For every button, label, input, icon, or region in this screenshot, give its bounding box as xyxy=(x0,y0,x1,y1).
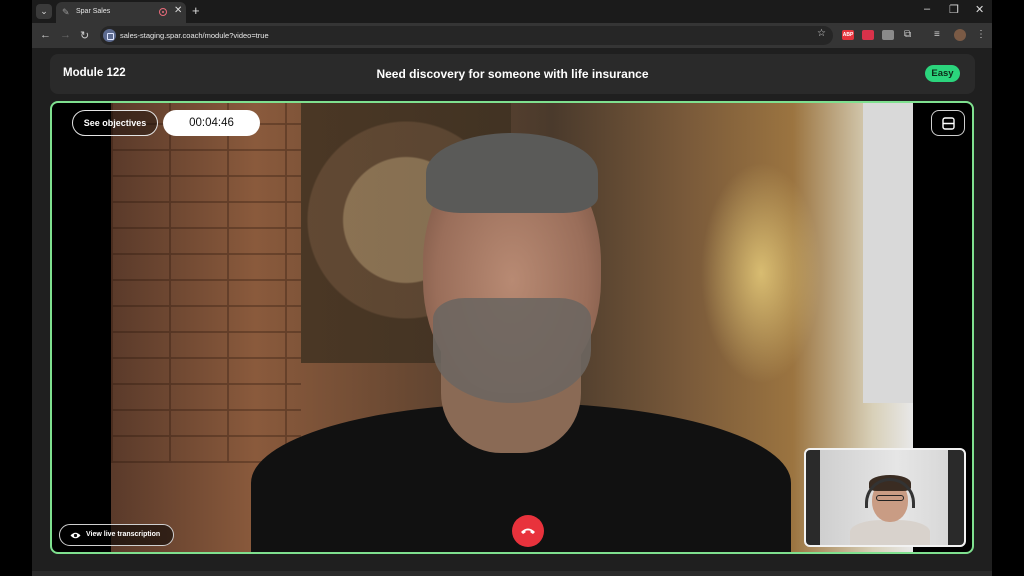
forward-icon[interactable]: → xyxy=(60,29,71,41)
recording-icon xyxy=(159,8,167,16)
self-shirt xyxy=(850,520,930,545)
media-controls-icon[interactable]: ≡ xyxy=(934,29,940,40)
extensions-puzzle-icon[interactable]: ⧉ xyxy=(904,29,911,40)
more-menu-icon[interactable]: ⋮ xyxy=(976,29,986,40)
module-title: Need discovery for someone with life ins… xyxy=(376,67,649,81)
call-timer: 00:04:46 xyxy=(163,110,260,136)
tab-bar: ⌄ ✎ Spar Sales ✕ + – ❐ ✕ xyxy=(32,0,992,23)
self-camera-view[interactable] xyxy=(804,448,966,547)
phone-hangup-icon xyxy=(521,528,535,534)
see-objectives-button[interactable]: See objectives xyxy=(72,110,158,136)
page-content: Module 122 Need discovery for someone wi… xyxy=(32,48,992,576)
browser-window: ⌄ ✎ Spar Sales ✕ + – ❐ ✕ ← → ↻ sales-sta… xyxy=(32,0,992,576)
browser-tab[interactable]: ✎ Spar Sales ✕ xyxy=(56,2,186,23)
reload-icon[interactable]: ↻ xyxy=(80,29,89,42)
remote-video xyxy=(111,103,913,552)
restore-icon[interactable]: ❐ xyxy=(949,3,959,16)
bookmark-star-icon[interactable]: ☆ xyxy=(817,28,826,39)
avatar-beard xyxy=(433,298,591,403)
eye-icon xyxy=(70,532,81,539)
layout-toggle-button[interactable] xyxy=(931,110,965,136)
feather-icon: ✎ xyxy=(62,7,70,17)
bookshelf xyxy=(863,103,913,403)
difficulty-badge: Easy xyxy=(925,65,960,82)
gray-extension-icon[interactable] xyxy=(882,30,894,40)
brick-wall-background xyxy=(111,103,301,463)
tab-title: Spar Sales xyxy=(76,8,111,15)
url-text: sales-staging.spar.coach/module?video=tr… xyxy=(120,31,269,40)
minimize-icon[interactable]: – xyxy=(924,3,930,15)
site-info-icon[interactable] xyxy=(103,29,116,42)
abp-extension-icon[interactable]: ABP xyxy=(842,30,854,40)
transcription-label: View live transcription xyxy=(86,531,161,538)
address-bar[interactable]: sales-staging.spar.coach/module?video=tr… xyxy=(100,26,833,45)
tab-search-icon[interactable]: ⌄ xyxy=(36,4,52,19)
view-transcription-button[interactable]: View live transcription xyxy=(59,524,174,546)
new-tab-icon[interactable]: + xyxy=(192,3,200,18)
avatar-hair xyxy=(426,133,598,213)
tab-close-icon[interactable]: ✕ xyxy=(174,5,182,16)
red-extension-icon[interactable] xyxy=(862,30,874,40)
profile-avatar[interactable] xyxy=(954,29,966,41)
browser-toolbar: ← → ↻ sales-staging.spar.coach/module?vi… xyxy=(32,23,992,48)
end-call-button[interactable] xyxy=(512,515,544,547)
video-call-frame: See objectives 00:04:46 View live transc… xyxy=(50,101,974,554)
layout-icon xyxy=(942,117,955,130)
close-window-icon[interactable]: ✕ xyxy=(975,3,984,16)
module-header: Module 122 Need discovery for someone wi… xyxy=(50,54,975,94)
back-icon[interactable]: ← xyxy=(40,29,51,41)
page-bottom-edge xyxy=(32,571,992,576)
